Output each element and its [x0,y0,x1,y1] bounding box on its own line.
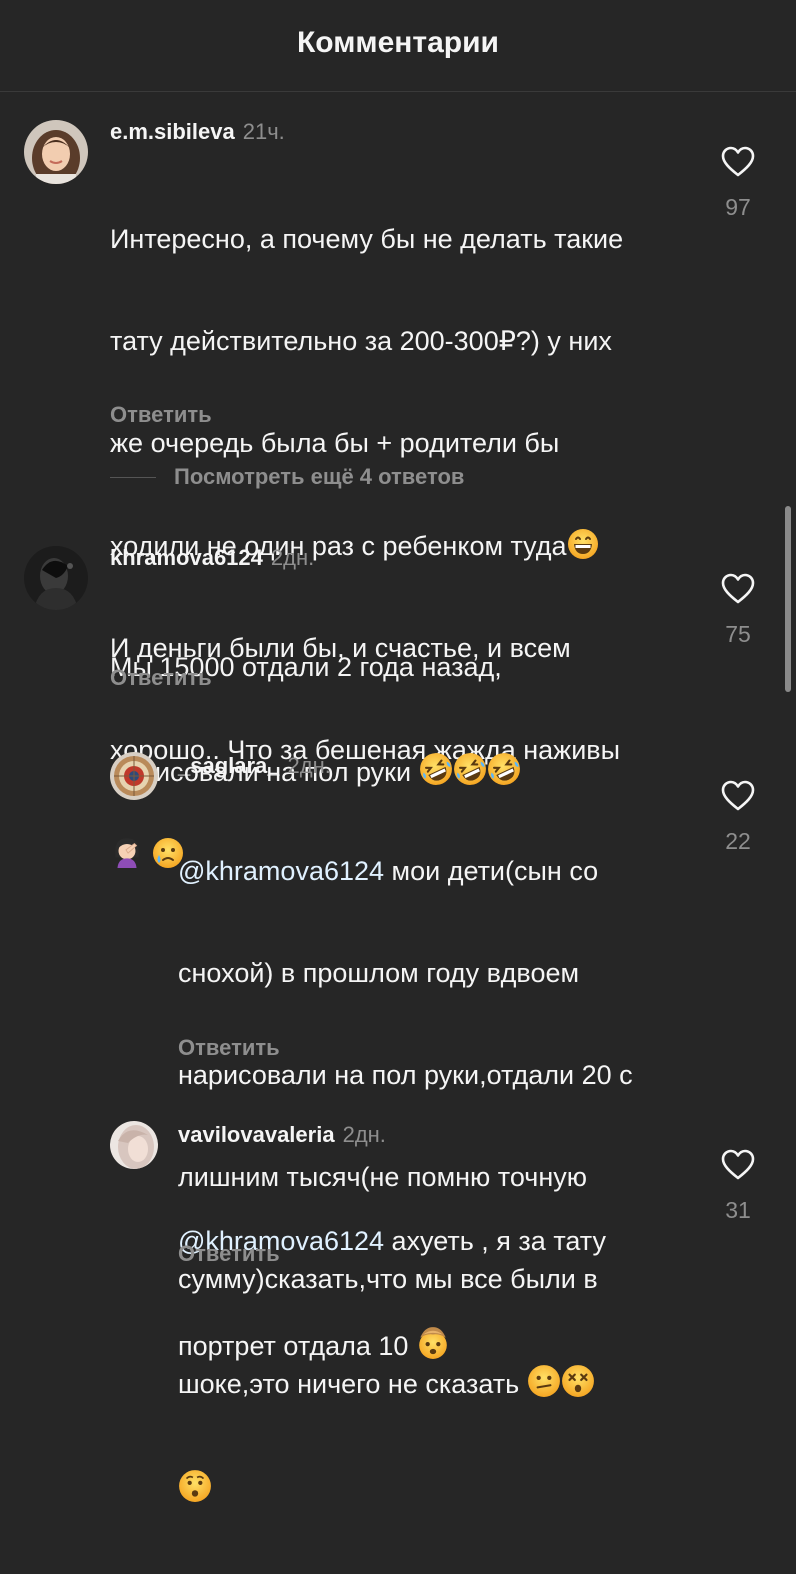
reply-button[interactable]: Ответить [178,1035,280,1061]
header-bar: Комментарии [0,0,796,92]
like-count: 22 [725,828,751,854]
comment-meta: vavilovavaleria 2дн. [178,1122,386,1148]
comment-line: тату действительно за 200-300₽?) у них [110,326,612,356]
reply-button[interactable]: Ответить [178,1241,280,1267]
rofl-emoji-icon [487,752,521,786]
page-title: Комментарии [296,26,500,59]
heart-icon[interactable] [721,780,755,812]
timestamp: 2дн. [270,545,315,570]
reply-button[interactable]: Ответить [110,665,212,691]
like-count: 31 [725,1197,751,1223]
like-control: 31 [708,1149,768,1224]
username[interactable]: khramova6124 [110,545,263,570]
avatar[interactable] [110,1121,158,1169]
rofl-emoji-icon [453,752,487,786]
timestamp: 2дн. [287,753,331,778]
comment-line: снохой) в прошлом году вдвоем [178,958,580,988]
comment-text: @khramova6124 ахуеть , я за тату портрет… [178,1156,606,1431]
like-control: 22 [708,780,768,855]
surprised-emoji-icon [178,1469,212,1503]
scrollbar[interactable] [785,506,791,692]
comment-line: нарисовали на пол руки,отдали 20 с [178,1060,633,1090]
reply-button[interactable]: Ответить [110,402,212,428]
view-more-replies-label: Посмотреть ещё 4 ответов [174,464,465,489]
like-count: 97 [725,194,751,220]
username[interactable]: e.m.sibileva [110,119,235,144]
comment-line: же очередь была бы + родители бы [110,428,560,458]
avatar[interactable] [24,120,88,184]
comment-line: портрет отдала 10 [178,1331,409,1361]
comment-meta: khramova6124 2дн. [110,545,314,571]
like-control: 97 [708,146,768,221]
comment-meta: e.m.sibileva 21ч. [110,119,285,145]
rofl-emoji-icon [419,752,453,786]
avatar[interactable] [24,546,88,610]
timestamp: 21ч. [242,119,285,144]
user-mention[interactable]: @khramova6124 [178,856,384,886]
comment-line: мои дети(сын со [384,856,599,886]
username[interactable]: vavilovavaleria [178,1122,335,1147]
like-count: 75 [725,621,751,647]
grinning-emoji-icon [567,528,599,560]
heart-icon[interactable] [721,146,755,178]
divider-line [110,476,156,478]
heart-icon[interactable] [721,573,755,605]
comment-line: Интересно, а почему бы не делать такие [110,224,624,254]
comment-meta: _saglara_ 2дн. [178,753,331,779]
avatar[interactable] [110,752,158,800]
username[interactable]: _saglara_ [178,753,280,778]
mind-blown-emoji-icon [416,1326,450,1360]
heart-icon[interactable] [721,1149,755,1181]
timestamp: 2дн. [342,1122,386,1147]
like-control: 75 [708,573,768,648]
comment-line: ахуеть , я за тату [384,1226,606,1256]
view-more-replies-button[interactable]: Посмотреть ещё 4 ответов [110,462,464,492]
